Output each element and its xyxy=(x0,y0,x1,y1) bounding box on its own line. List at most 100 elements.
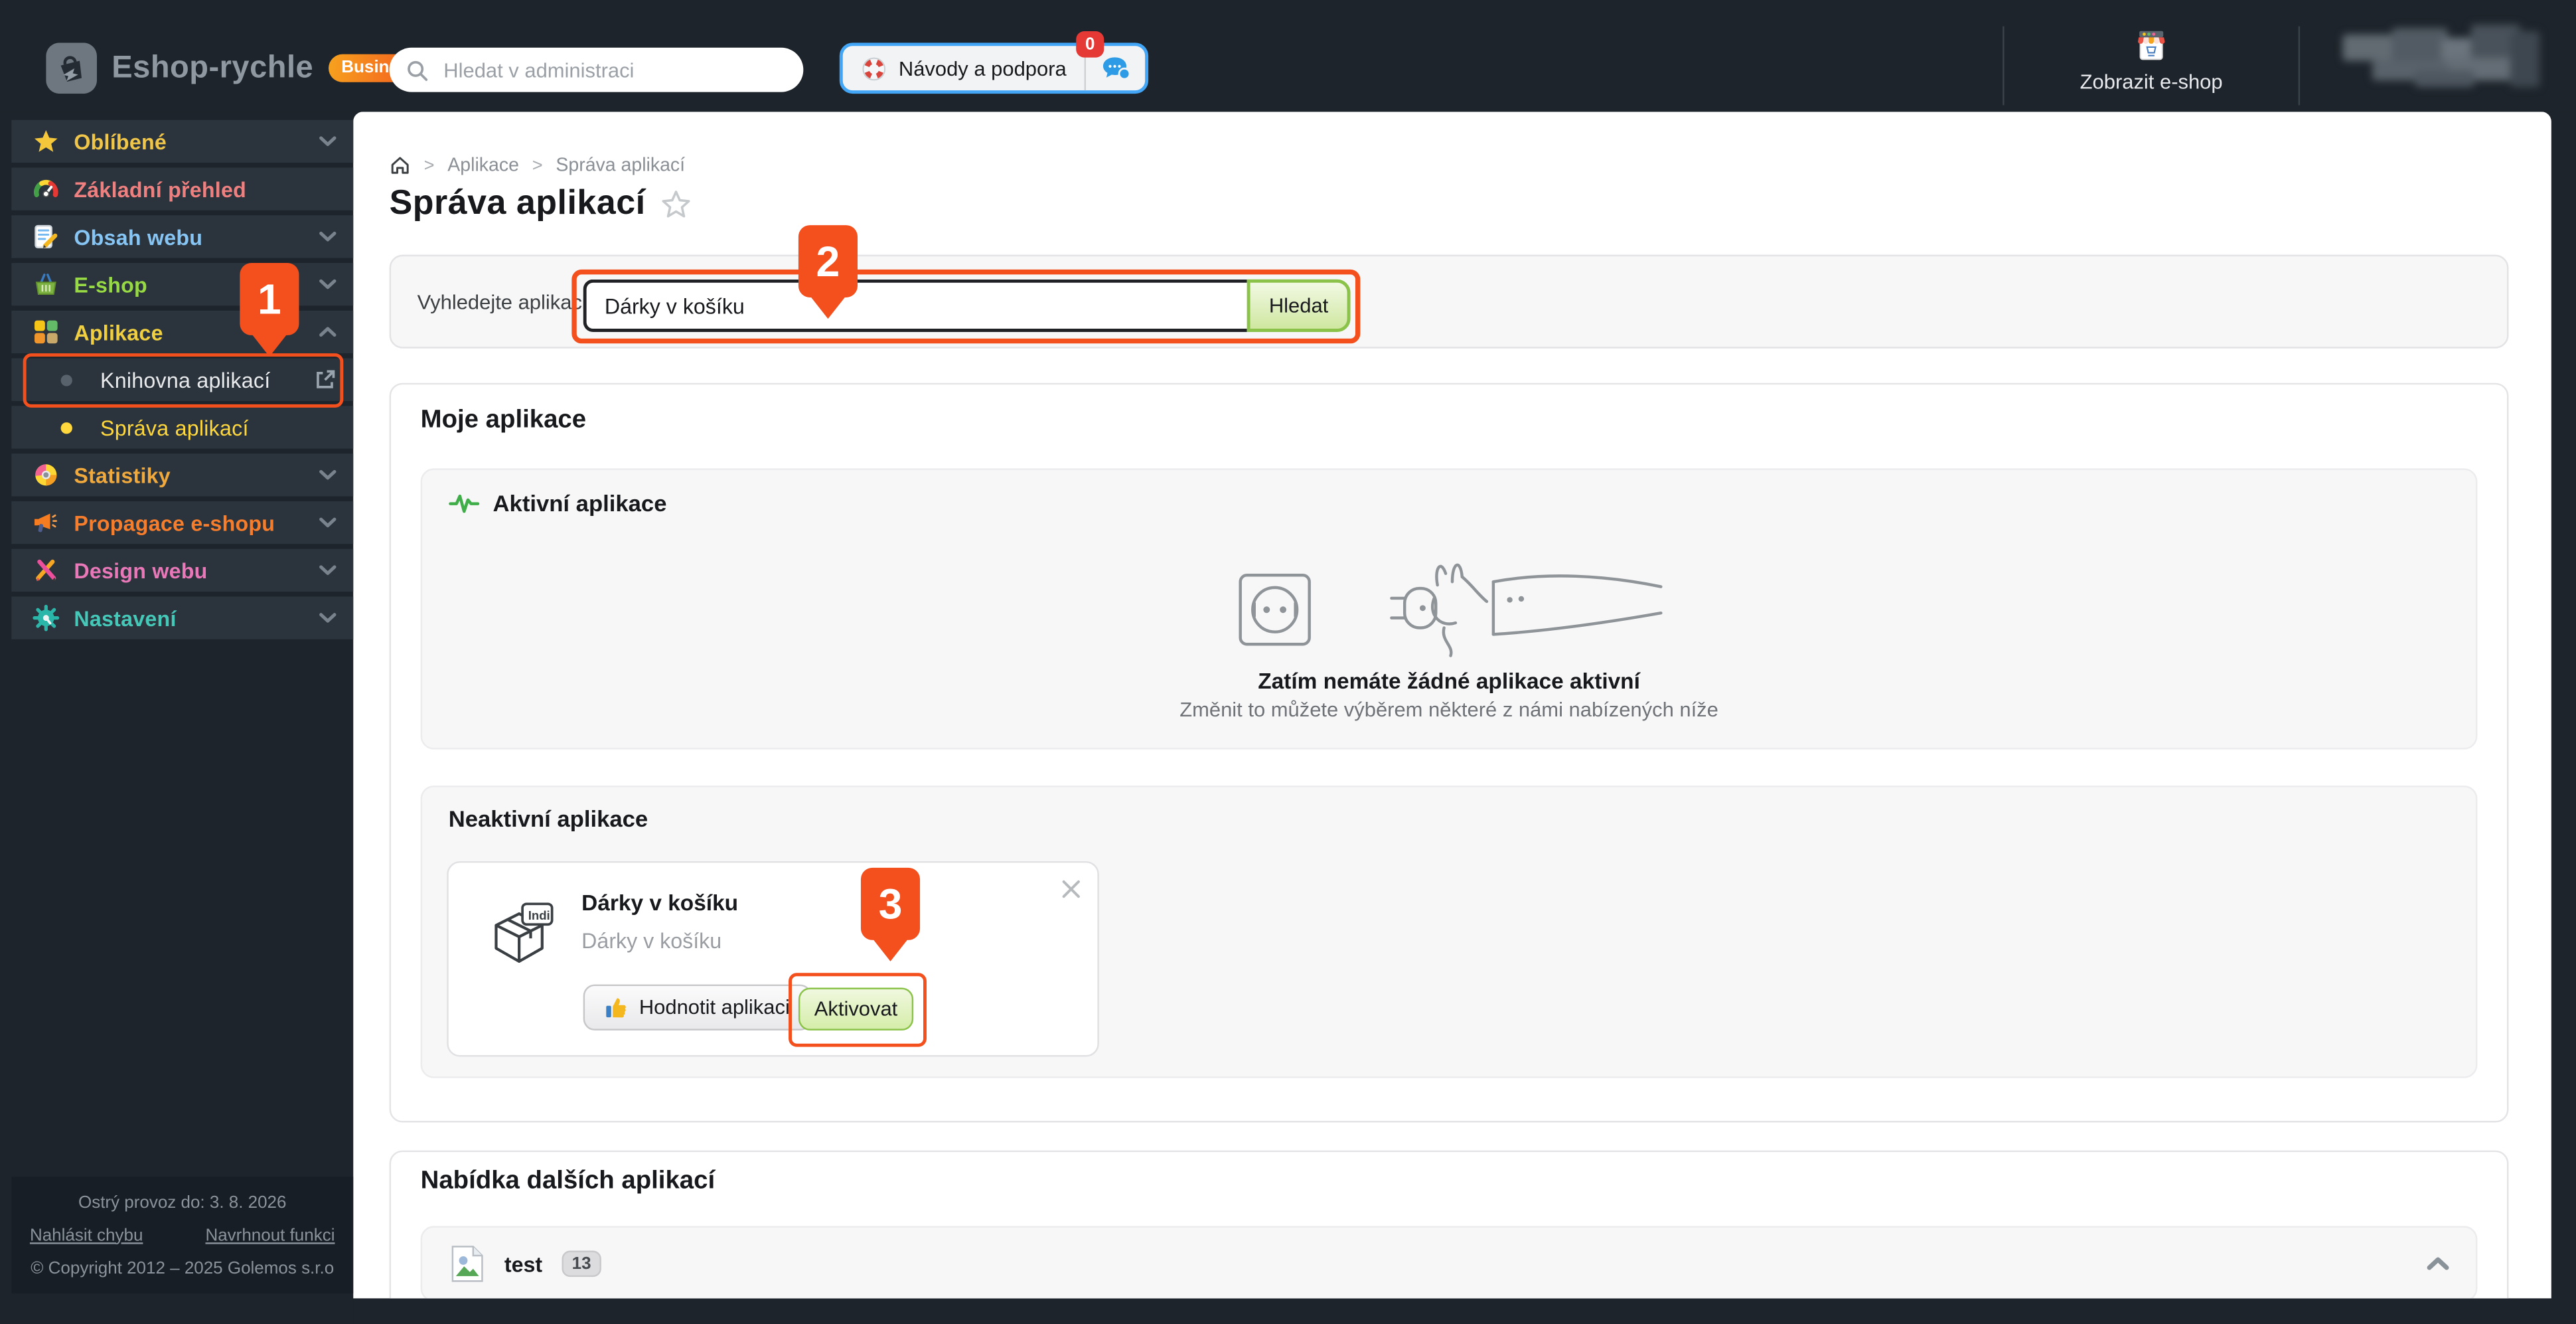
document-pencil-icon xyxy=(33,224,60,250)
sidebar-item-label: Aplikace xyxy=(74,319,163,344)
category-count-badge: 13 xyxy=(562,1251,601,1278)
chevron-down-icon xyxy=(319,564,337,577)
sidebar-item-design-webu[interactable]: Design webu xyxy=(11,549,353,592)
callout-number: 2 xyxy=(816,236,840,286)
sidebar-item-knihovna-aplikaci[interactable]: Knihovna aplikací xyxy=(11,359,353,401)
breadcrumb-sprava-aplikaci[interactable]: Správa aplikací xyxy=(556,155,685,175)
sidebar-item-label: Oblíbené xyxy=(74,129,167,153)
sidebar-item-sprava-aplikaci[interactable]: Správa aplikací xyxy=(11,406,353,448)
sidebar-item-oblibene[interactable]: Oblíbené xyxy=(11,120,353,163)
gear-icon xyxy=(33,605,60,631)
chevron-down-icon xyxy=(319,612,337,625)
rate-app-button[interactable]: Hodnotit aplikaci xyxy=(583,985,811,1031)
close-icon[interactable] xyxy=(1059,878,1083,901)
breadcrumb-separator: > xyxy=(532,155,543,175)
help-button[interactable]: Návody a podpora 0 xyxy=(840,42,1149,94)
app-category-row-test[interactable]: test 13 xyxy=(421,1226,2478,1298)
gauge-icon xyxy=(33,176,60,203)
sidebar-item-label: Správa aplikací xyxy=(100,415,249,440)
rate-app-label: Hodnotit aplikaci xyxy=(639,996,790,1019)
sidebar-item-label: Obsah webu xyxy=(74,224,202,249)
sidebar-item-zakladni-prehled[interactable]: Základní přehled xyxy=(11,167,353,210)
topbar: Eshop-rychle Business Návody a podpora xyxy=(0,0,2576,112)
sidebar-item-nastaveni[interactable]: Nastavení xyxy=(11,596,353,639)
active-apps-panel: Aktivní aplikace xyxy=(421,468,2478,749)
report-bug-link[interactable]: Nahlásit chybu xyxy=(30,1225,143,1245)
storefront-icon xyxy=(2133,25,2170,63)
page-title-row: Správa aplikací xyxy=(390,184,692,223)
sidebar-item-eshop[interactable]: E-shop xyxy=(11,263,353,305)
view-eshop-label: Zobrazit e-shop xyxy=(2080,70,2223,93)
page-title: Správa aplikací xyxy=(390,184,646,223)
sidebar-item-statistiky[interactable]: Statistiky xyxy=(11,454,353,496)
active-apps-header: Aktivní aplikace xyxy=(449,490,667,517)
app-search-group: Hledat xyxy=(583,280,1351,332)
sidebar-item-aplikace[interactable]: Aplikace xyxy=(11,311,353,353)
favorite-star-icon[interactable] xyxy=(660,188,692,219)
chevron-down-icon xyxy=(319,516,337,529)
bullet-icon xyxy=(61,374,72,385)
sidebar-item-label: Základní přehled xyxy=(74,177,246,201)
sidebar-item-label: Statistiky xyxy=(74,463,171,487)
brand-name: Eshop-rychle xyxy=(112,50,313,86)
admin-search-input[interactable] xyxy=(440,56,787,83)
sidebar-item-label: E-shop xyxy=(74,272,147,297)
sidebar: Oblíbené Základní přehled xyxy=(0,112,353,1324)
breadcrumb-aplikace[interactable]: Aplikace xyxy=(447,155,519,175)
inactive-apps-header: Neaktivní aplikace xyxy=(449,805,648,832)
help-button-main[interactable]: Návody a podpora xyxy=(843,46,1087,90)
thumbs-up-icon xyxy=(605,996,628,1019)
plug-socket-illustration xyxy=(1234,556,1664,661)
activate-app-button[interactable]: Aktivovat xyxy=(798,988,913,1031)
chevron-up-icon xyxy=(319,325,337,339)
pulse-icon xyxy=(449,492,480,513)
empty-state-subtitle: Změnit to můžete výběrem některé z námi … xyxy=(422,699,2476,722)
chevron-down-icon xyxy=(319,230,337,244)
topbar-divider xyxy=(2299,27,2300,106)
category-name: test xyxy=(504,1252,542,1276)
more-apps-card: Nabídka dalších aplikací test 13 xyxy=(390,1151,2509,1299)
lifebuoy-icon xyxy=(861,55,887,82)
sidebar-nav: Oblíbené Základní přehled xyxy=(0,112,353,639)
user-account-redacted[interactable] xyxy=(2342,21,2543,97)
empty-state-title: Zatím nemáte žádné aplikace aktivní xyxy=(422,669,2476,693)
app-card-darky-v-kosiku: Indi Dárky v košíku Dárky v košíku Hodno… xyxy=(447,861,1099,1057)
sidebar-item-label: Propagace e-shopu xyxy=(74,511,275,535)
inactive-apps-panel: Neaktivní aplikace Indi Dárky v košíku xyxy=(421,786,2478,1078)
sidebar-item-obsah-webu[interactable]: Obsah webu xyxy=(11,215,353,258)
chat-bubbles-icon xyxy=(1100,54,1131,82)
main-content: > Aplikace > Správa aplikací Správa apli… xyxy=(353,112,2551,1298)
chevron-up-icon[interactable] xyxy=(2427,1251,2450,1281)
tutorial-step-3-callout: 3 xyxy=(861,868,920,940)
view-eshop-button[interactable]: Zobrazit e-shop xyxy=(2005,17,2299,102)
chevron-down-icon xyxy=(319,278,337,291)
brand-logo[interactable]: Eshop-rychle Business xyxy=(46,42,431,94)
app-search-input[interactable] xyxy=(583,280,1247,332)
search-submit-button[interactable]: Hledat xyxy=(1247,280,1351,332)
basket-icon xyxy=(33,271,60,297)
eshop-logo-icon xyxy=(46,42,97,94)
breadcrumb: > Aplikace > Správa aplikací xyxy=(390,155,685,176)
suggest-feature-link[interactable]: Navrhnout funkci xyxy=(205,1225,335,1245)
app-box-icon: Indi xyxy=(485,899,557,968)
help-button-label: Návody a podpora xyxy=(899,56,1067,80)
external-link-icon xyxy=(314,368,337,391)
image-placeholder-icon xyxy=(450,1244,485,1283)
sidebar-item-label: Knihovna aplikací xyxy=(100,367,270,392)
chat-count-badge: 0 xyxy=(1076,31,1104,58)
more-apps-title: Nabídka dalších aplikací xyxy=(421,1167,716,1197)
pie-chart-icon xyxy=(33,462,60,489)
inactive-apps-title: Neaktivní aplikace xyxy=(449,805,648,832)
copyright: © Copyright 2012 – 2025 Golemos s.r.o xyxy=(31,1258,334,1278)
trial-info: Ostrý provoz do: 3. 8. 2026 xyxy=(78,1193,286,1212)
active-apps-title: Aktivní aplikace xyxy=(493,490,667,517)
crossed-pencils-icon xyxy=(33,557,60,584)
admin-search[interactable] xyxy=(390,48,804,92)
home-icon[interactable] xyxy=(390,155,411,176)
tutorial-step-1-callout: 1 xyxy=(240,263,299,335)
app-search-section: Vyhledejte aplikaci: Hledat 2 xyxy=(390,255,2509,349)
sidebar-item-propagace[interactable]: Propagace e-shopu xyxy=(11,501,353,544)
breadcrumb-separator: > xyxy=(424,155,435,175)
app-name: Dárky v košíku xyxy=(581,891,738,916)
my-apps-title: Moje aplikace xyxy=(421,406,586,436)
